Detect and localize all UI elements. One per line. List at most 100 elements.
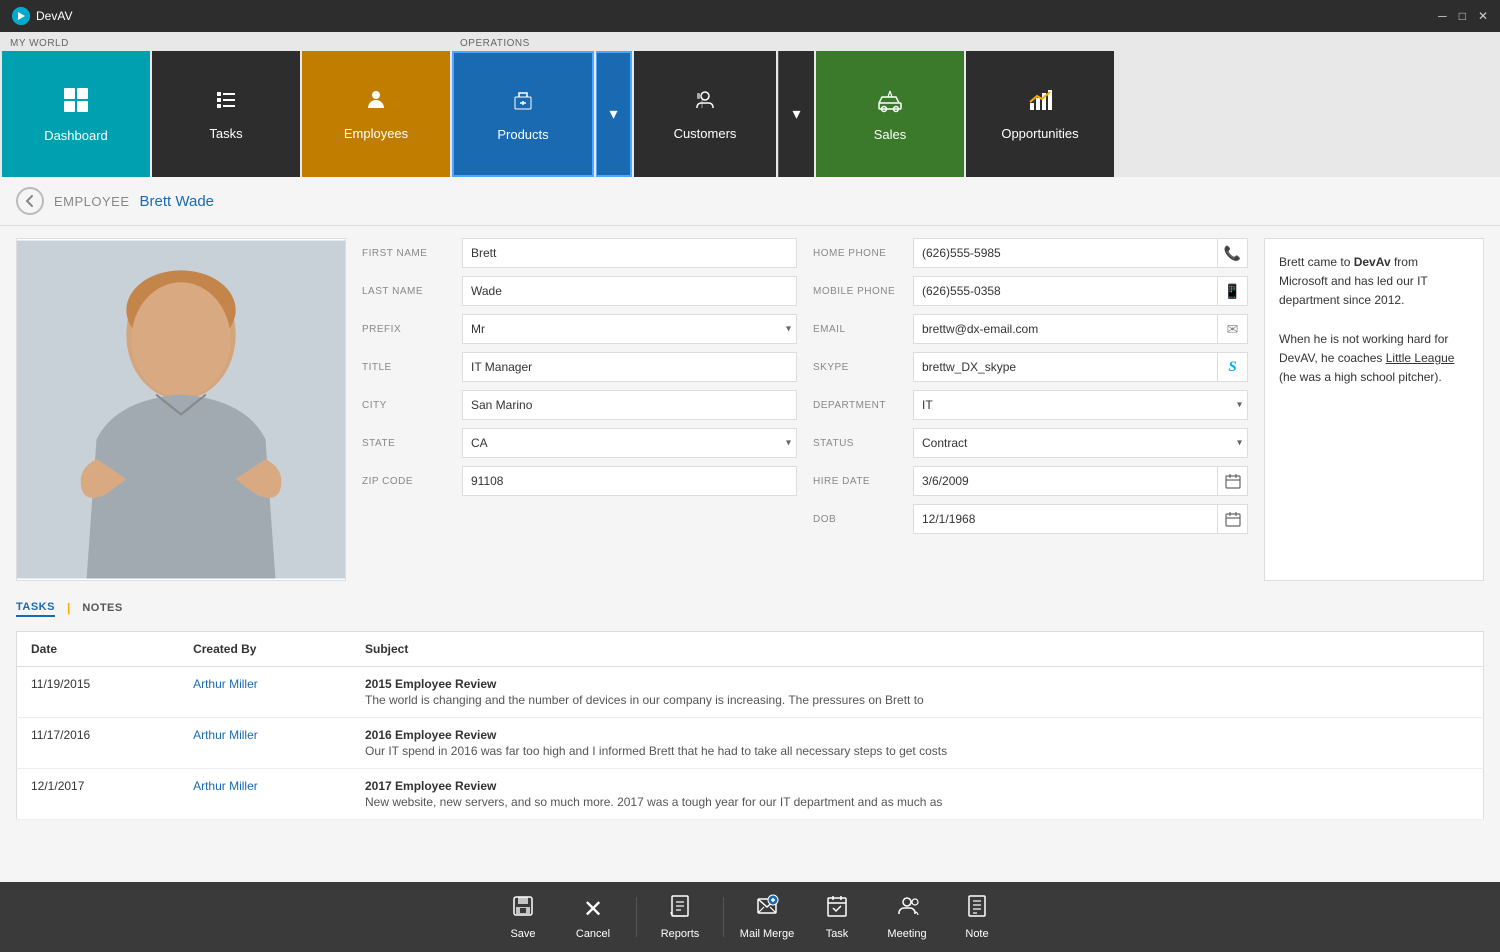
nav-tab-sales[interactable]: Sales [816, 51, 964, 177]
table-row: 11/17/2016 Arthur Miller 2016 Employee R… [17, 717, 1484, 768]
phone-icon: 📞 [1217, 239, 1247, 267]
nav-tab-customers[interactable]: Customers [634, 51, 776, 177]
row1-date: 11/19/2015 [17, 666, 180, 717]
zip-input[interactable] [462, 466, 797, 496]
cancel-icon: ✕ [583, 895, 603, 924]
zip-row: ZIP CODE [362, 466, 797, 496]
home-phone-input[interactable] [914, 239, 1217, 267]
nav-tab-dashboard[interactable]: Dashboard [2, 51, 150, 177]
skype-row: SKYPE S [813, 352, 1248, 382]
employee-form: FIRST NAME LAST NAME PREFIX Mr Mrs Ms Dr [0, 226, 1500, 593]
tab-divider: | [67, 601, 70, 615]
save-button[interactable]: Save [488, 887, 558, 947]
nav-tabs: Dashboard Tasks [0, 51, 1500, 177]
title-bar: DevAV ─ □ ✕ [0, 0, 1500, 32]
skype-field: S [913, 352, 1248, 382]
task-label: Task [826, 928, 849, 940]
maximize-button[interactable]: □ [1459, 9, 1466, 23]
department-row: DEPARTMENT IT HR Finance Marketing ▾ [813, 390, 1248, 420]
row2-subject-title: 2016 Employee Review [365, 728, 1469, 742]
table-body: 11/19/2015 Arthur Miller 2015 Employee R… [17, 666, 1484, 819]
row3-created-by[interactable]: Arthur Miller [179, 768, 351, 819]
dob-input[interactable] [914, 505, 1217, 533]
cancel-button[interactable]: ✕ Cancel [558, 887, 628, 947]
window-controls: ─ □ ✕ [1438, 9, 1488, 23]
state-row: STATE CA NY TX ▾ [362, 428, 797, 458]
back-button[interactable] [16, 187, 44, 215]
state-select[interactable]: CA NY TX [462, 428, 797, 458]
cancel-label: Cancel [576, 928, 610, 940]
row2-subject-desc: Our IT spend in 2016 was far too high an… [365, 744, 1469, 758]
hire-date-input[interactable] [914, 467, 1217, 495]
reports-button[interactable]: Reports [645, 887, 715, 947]
tab-tasks[interactable]: TASKS [16, 599, 55, 617]
nav-section-labels: MY WORLD OPERATIONS [0, 32, 1500, 51]
row3-subject-desc: New website, new servers, and so much mo… [365, 795, 1469, 809]
nav-tab-products[interactable]: Products [452, 51, 594, 177]
tasks-icon [214, 88, 238, 118]
city-input[interactable] [462, 390, 797, 420]
row3-subject: 2017 Employee Review New website, new se… [351, 768, 1484, 819]
mobile-phone-row: MOBILE PHONE 📱 [813, 276, 1248, 306]
hire-date-calendar-icon[interactable] [1217, 467, 1247, 495]
nav-bar: MY WORLD OPERATIONS Dashboard [0, 32, 1500, 177]
email-field: ✉ [913, 314, 1248, 344]
meeting-icon [895, 894, 919, 924]
home-phone-row: HOME PHONE 📞 [813, 238, 1248, 268]
dob-label: DOB [813, 514, 913, 525]
prefix-select[interactable]: Mr Mrs Ms Dr [462, 314, 797, 344]
employee-bio: Brett came to DevAv from Microsoft and h… [1264, 238, 1484, 581]
products-dropdown-button[interactable]: ▾ [596, 51, 632, 177]
close-button[interactable]: ✕ [1478, 9, 1488, 23]
dob-calendar-icon[interactable] [1217, 505, 1247, 533]
customers-dropdown-button[interactable]: ▾ [778, 51, 814, 177]
first-name-input[interactable] [462, 238, 797, 268]
sales-label: Sales [874, 127, 907, 142]
reports-label: Reports [661, 928, 700, 940]
tab-notes[interactable]: NOTES [82, 600, 122, 616]
minimize-button[interactable]: ─ [1438, 9, 1447, 23]
customers-label: Customers [674, 126, 737, 141]
email-input[interactable] [914, 315, 1217, 343]
dob-row: DOB [813, 504, 1248, 534]
table-header: Date Created By Subject [17, 631, 1484, 666]
last-name-row: LAST NAME [362, 276, 797, 306]
last-name-input[interactable] [462, 276, 797, 306]
toolbar: Save ✕ Cancel Reports [0, 882, 1500, 952]
col-date: Date [17, 631, 180, 666]
my-world-label: MY WORLD [10, 38, 330, 49]
row1-created-by[interactable]: Arthur Miller [179, 666, 351, 717]
nav-tab-employees[interactable]: Employees [302, 51, 450, 177]
hire-date-field [913, 466, 1248, 496]
email-icon: ✉ [1217, 315, 1247, 343]
products-label: Products [497, 127, 548, 142]
mail-merge-button[interactable]: Mail Merge [732, 887, 802, 947]
save-icon [511, 894, 535, 924]
mobile-phone-input[interactable] [914, 277, 1217, 305]
status-select[interactable]: Contract Full-time Part-time [913, 428, 1248, 458]
logo-icon [12, 7, 30, 25]
title-input[interactable] [462, 352, 797, 382]
meeting-label: Meeting [887, 928, 926, 940]
tasks-label: Tasks [209, 126, 242, 141]
col-created-by: Created By [179, 631, 351, 666]
home-phone-label: HOME PHONE [813, 248, 913, 259]
breadcrumb-section: EMPLOYEE [54, 194, 130, 209]
operations-label: OPERATIONS [460, 38, 530, 49]
task-icon [825, 894, 849, 924]
skype-input[interactable] [914, 353, 1217, 381]
employees-icon [364, 88, 388, 118]
mail-merge-label: Mail Merge [740, 928, 794, 940]
meeting-button[interactable]: Meeting [872, 887, 942, 947]
task-button[interactable]: Task [802, 887, 872, 947]
city-row: CITY [362, 390, 797, 420]
mobile-icon: 📱 [1217, 277, 1247, 305]
department-select[interactable]: IT HR Finance Marketing [913, 390, 1248, 420]
nav-tab-tasks[interactable]: Tasks [152, 51, 300, 177]
note-button[interactable]: Note [942, 887, 1012, 947]
row2-created-by[interactable]: Arthur Miller [179, 717, 351, 768]
nav-tab-opportunities[interactable]: Opportunities [966, 51, 1114, 177]
row2-date: 11/17/2016 [17, 717, 180, 768]
customers-icon [693, 88, 717, 118]
skype-label: SKYPE [813, 362, 913, 373]
